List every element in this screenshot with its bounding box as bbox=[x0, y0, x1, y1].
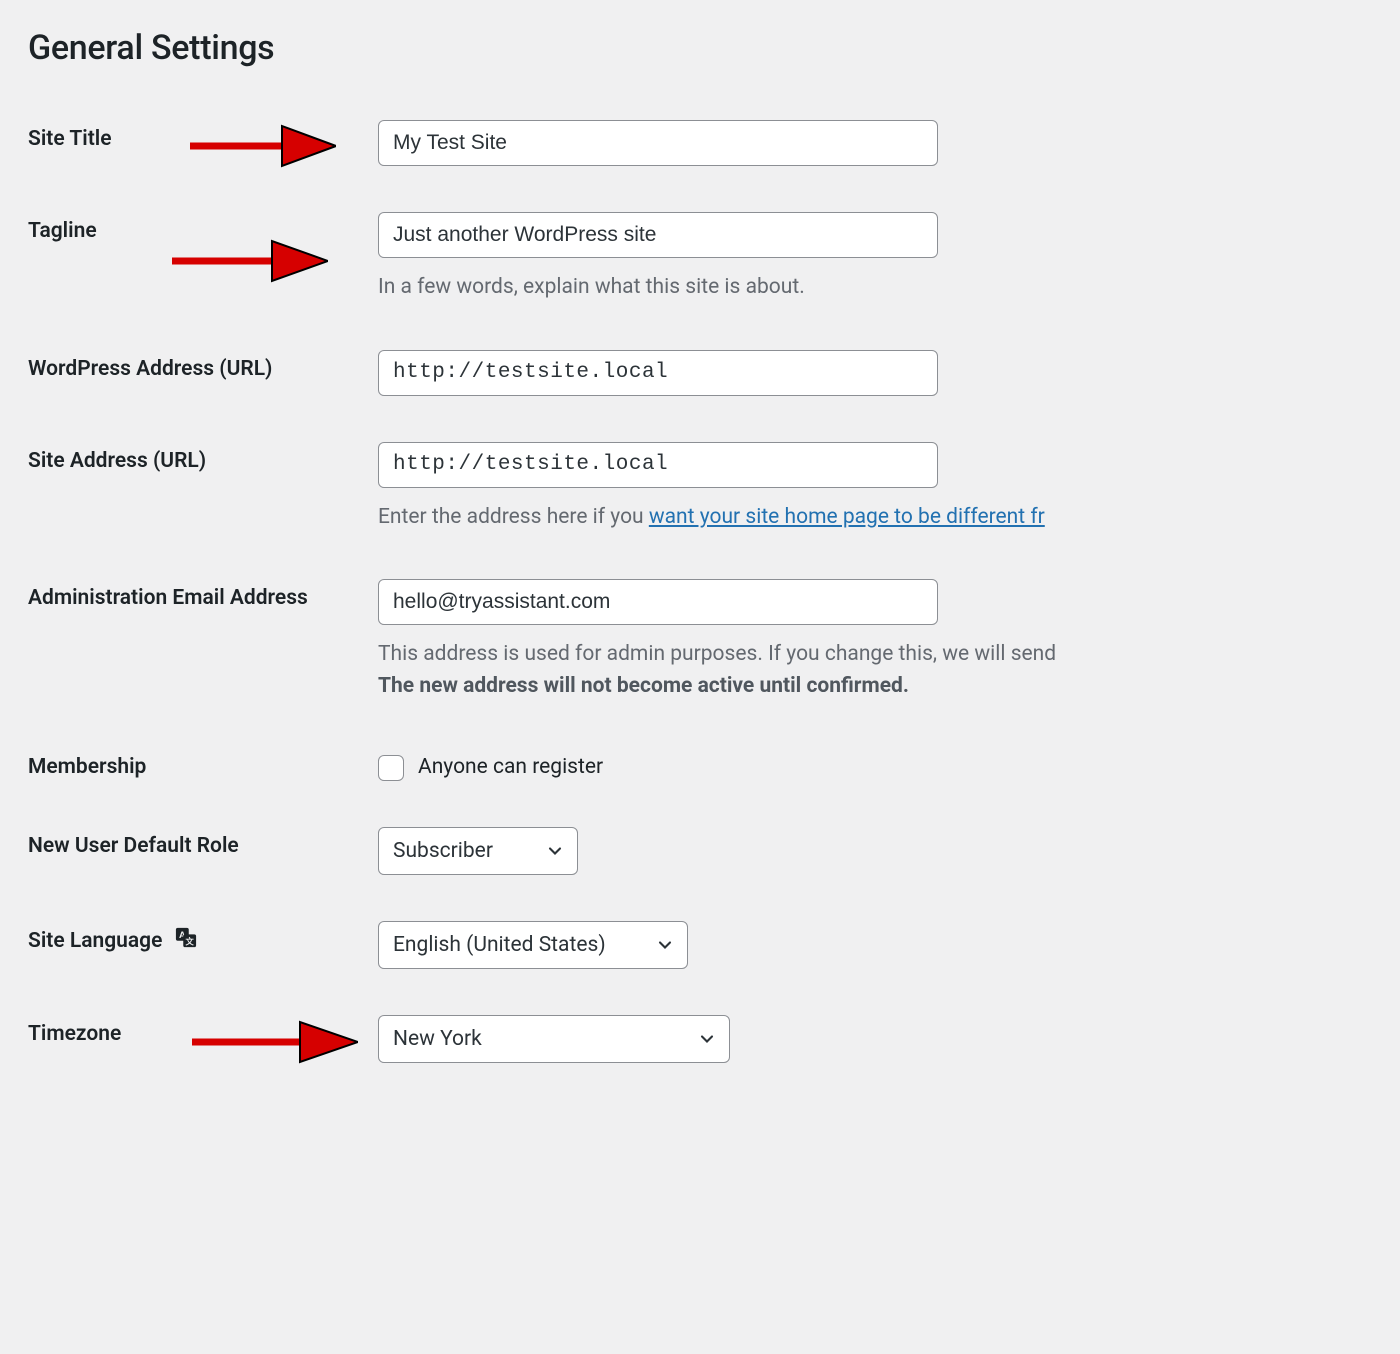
admin-email-help-line1: This address is used for admin purposes.… bbox=[378, 642, 1056, 666]
admin-email-input[interactable] bbox=[378, 579, 938, 625]
wp-url-input[interactable] bbox=[378, 350, 938, 396]
label-text: Timezone bbox=[28, 1022, 121, 1046]
chevron-down-icon bbox=[545, 841, 565, 861]
label-membership: Membership bbox=[28, 728, 378, 807]
timezone-value: New York bbox=[393, 1027, 482, 1051]
label-admin-email: Administration Email Address bbox=[28, 559, 378, 728]
admin-email-help: This address is used for admin purposes.… bbox=[378, 639, 1400, 702]
arrow-right-icon bbox=[188, 1016, 358, 1068]
timezone-select[interactable]: New York bbox=[378, 1015, 730, 1063]
label-site-title: Site Title bbox=[28, 100, 378, 192]
membership-checkbox[interactable] bbox=[378, 755, 404, 781]
site-url-input[interactable] bbox=[378, 442, 938, 488]
admin-email-help-line2: The new address will not become active u… bbox=[378, 674, 909, 698]
site-language-select[interactable]: English (United States) bbox=[378, 921, 688, 969]
label-timezone: Timezone bbox=[28, 995, 378, 1089]
site-title-input[interactable] bbox=[378, 120, 938, 166]
site-url-help: Enter the address here if you want your … bbox=[378, 502, 1400, 534]
label-default-role: New User Default Role bbox=[28, 807, 378, 901]
default-role-select[interactable]: Subscriber bbox=[378, 827, 578, 875]
label-site-url: Site Address (URL) bbox=[28, 422, 378, 560]
translate-icon: A 文 bbox=[174, 927, 198, 949]
label-text: Site Title bbox=[28, 127, 112, 151]
chevron-down-icon bbox=[697, 1029, 717, 1049]
membership-checkbox-label: Anyone can register bbox=[418, 754, 603, 781]
site-url-help-link[interactable]: want your site home page to be different… bbox=[649, 505, 1045, 529]
tagline-input[interactable] bbox=[378, 212, 938, 258]
help-text-pre: Enter the address here if you bbox=[378, 505, 649, 529]
default-role-value: Subscriber bbox=[393, 839, 493, 863]
label-wp-url: WordPress Address (URL) bbox=[28, 330, 378, 422]
site-language-value: English (United States) bbox=[393, 933, 606, 957]
label-text: Tagline bbox=[28, 219, 97, 243]
membership-checkbox-row[interactable]: Anyone can register bbox=[378, 754, 1400, 781]
arrow-right-icon bbox=[186, 120, 336, 172]
label-site-language: Site Language A 文 bbox=[28, 901, 378, 995]
label-tagline: Tagline bbox=[28, 192, 378, 330]
arrow-right-icon bbox=[168, 235, 328, 287]
svg-text:文: 文 bbox=[185, 937, 194, 947]
page-title: General Settings bbox=[28, 28, 1400, 68]
label-text: Site Language bbox=[28, 929, 162, 953]
tagline-help: In a few words, explain what this site i… bbox=[378, 272, 1400, 304]
chevron-down-icon bbox=[655, 935, 675, 955]
